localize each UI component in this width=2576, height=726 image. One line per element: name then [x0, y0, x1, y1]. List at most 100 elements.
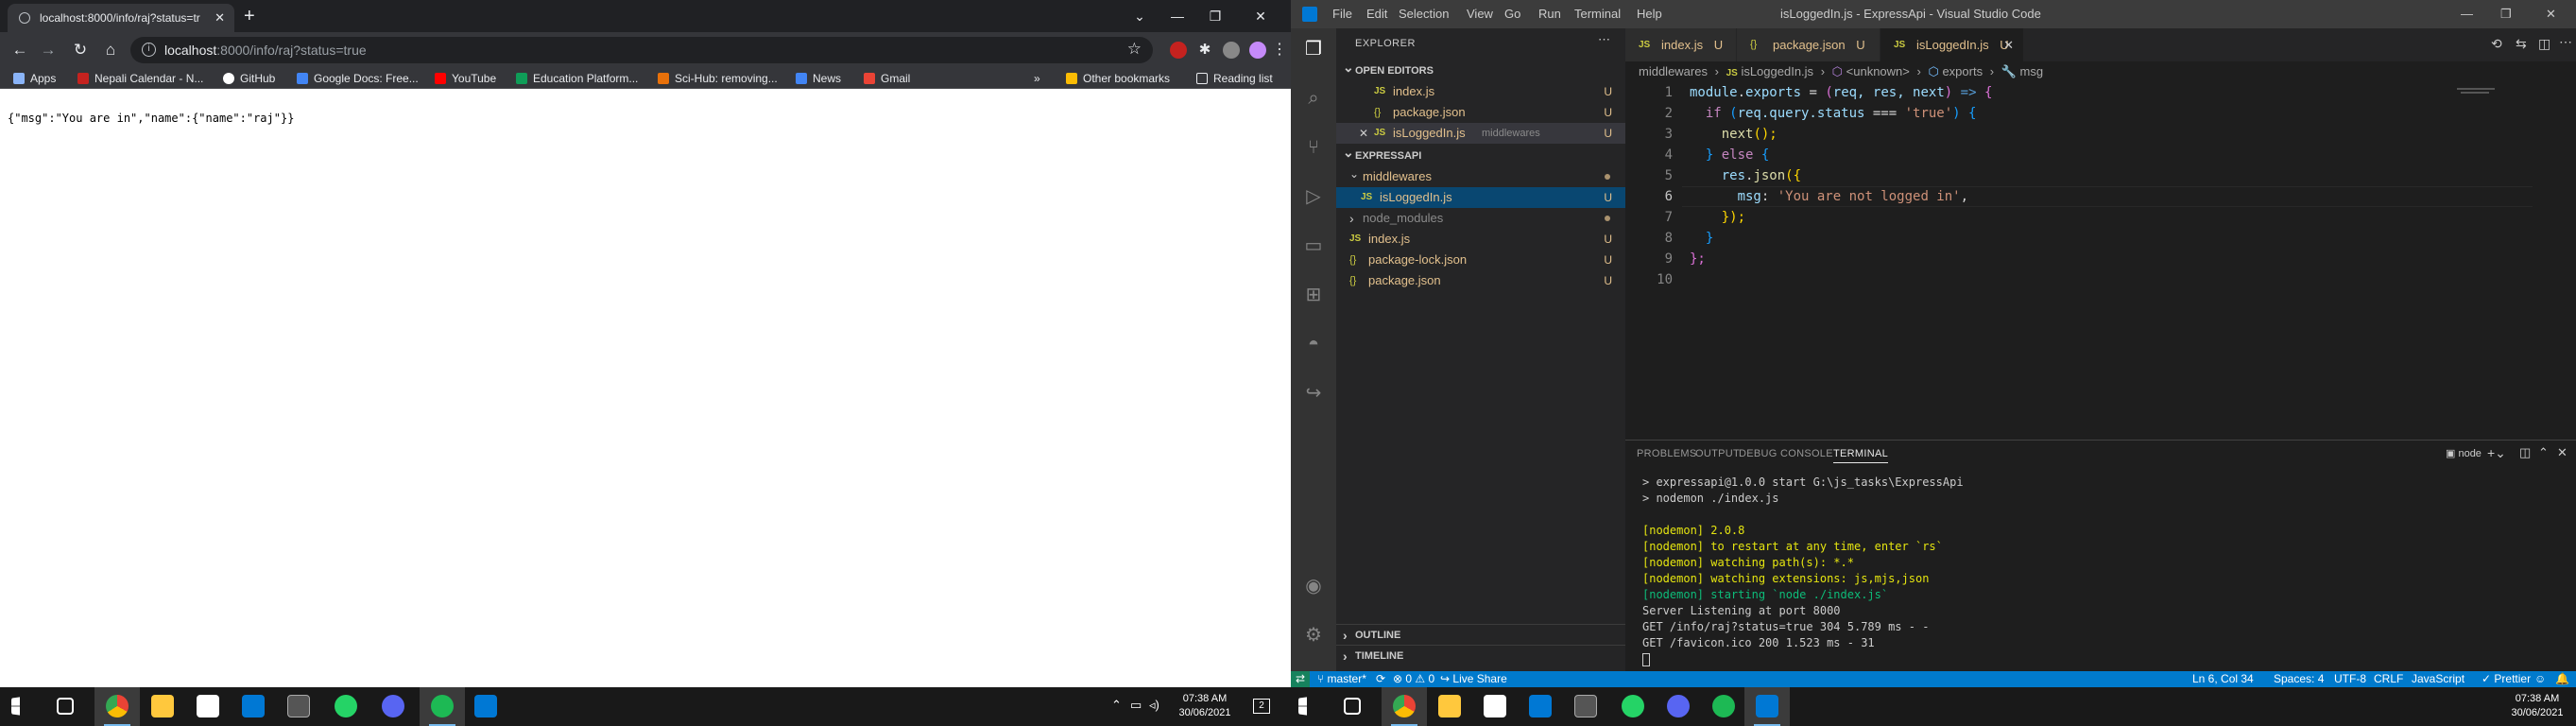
terminal-icon[interactable]: [287, 695, 310, 717]
terminal-icon[interactable]: [1574, 695, 1597, 717]
reload-icon[interactable]: ↻: [70, 40, 91, 60]
discord-icon[interactable]: [1667, 695, 1690, 717]
open-editors-header[interactable]: OPEN EDITORS: [1336, 57, 1625, 81]
minimize-button[interactable]: —: [2461, 0, 2473, 28]
whatsapp-icon[interactable]: [335, 695, 357, 717]
restore-button[interactable]: ❐: [2500, 0, 2512, 28]
search-icon[interactable]: ⌕: [1302, 87, 1325, 110]
vscode-icon[interactable]: [1756, 695, 1778, 717]
chrome-menu-icon[interactable]: ⋮: [1272, 42, 1289, 59]
line-ending[interactable]: CRLF: [2374, 671, 2403, 687]
terminal-cursor[interactable]: [1642, 653, 1650, 666]
volume-icon[interactable]: ◃): [1149, 698, 1159, 713]
windows-start-icon[interactable]: [11, 697, 20, 716]
breadcrumb-msg[interactable]: msg: [2020, 64, 2044, 78]
breadcrumb-file[interactable]: isLoggedIn.js: [1741, 64, 1813, 78]
breadcrumb-folder[interactable]: middlewares: [1639, 64, 1708, 78]
timeline-history-icon[interactable]: ⟲: [2491, 36, 2502, 52]
file-explorer-icon[interactable]: [1438, 695, 1461, 717]
split-terminal-icon[interactable]: ◫: [2519, 445, 2531, 460]
source-control-icon[interactable]: ⑂: [1302, 136, 1325, 159]
tree-file-index[interactable]: JS index.js U: [1336, 229, 1625, 250]
reading-list[interactable]: Reading list: [1196, 68, 1273, 89]
mail-icon[interactable]: [242, 695, 265, 717]
bookmark-education-platform[interactable]: Education Platform...: [516, 68, 638, 89]
tab-package-json[interactable]: {} package.json U: [1737, 28, 1880, 61]
file-explorer-icon[interactable]: [151, 695, 174, 717]
bookmark-sci-hub[interactable]: Sci-Hub: removing...: [658, 68, 778, 89]
vscode-icon[interactable]: [474, 695, 497, 717]
menu-selection[interactable]: Selection: [1399, 0, 1449, 28]
menu-edit[interactable]: Edit: [1366, 0, 1387, 28]
discord-icon[interactable]: [382, 695, 404, 717]
task-view-icon[interactable]: [1344, 698, 1361, 715]
taskbar-clock[interactable]: 07:38 AM 30/06/2021: [1172, 692, 1238, 720]
tab-debug-console[interactable]: DEBUG CONSOLE: [1739, 448, 1833, 459]
home-icon[interactable]: ⌂: [100, 40, 121, 60]
remote-indicator-icon[interactable]: ⇄: [1291, 671, 1310, 687]
bookmark-apps[interactable]: Apps: [13, 68, 56, 89]
menu-go[interactable]: Go: [1504, 0, 1520, 28]
git-compare-icon[interactable]: ⇆: [2516, 36, 2527, 52]
tab-output[interactable]: OUTPUT: [1695, 448, 1740, 459]
profile-avatar[interactable]: [1223, 42, 1240, 59]
close-editor-icon[interactable]: ✕: [1359, 123, 1368, 144]
other-bookmarks[interactable]: Other bookmarks: [1066, 68, 1170, 89]
close-window-button[interactable]: ✕: [1242, 0, 1279, 32]
bookmark-nepali-calendar[interactable]: Nepali Calendar - N...: [77, 68, 203, 89]
terminal-shell-select[interactable]: ▣ node: [2446, 447, 2482, 459]
docker-icon[interactable]: ◓: [1302, 333, 1325, 355]
extensions-puzzle-icon[interactable]: ✱: [1196, 42, 1213, 59]
notifications-bell-icon[interactable]: 🔔: [2555, 671, 2569, 687]
account-icon[interactable]: ◉: [1302, 575, 1325, 597]
bookmark-news[interactable]: News: [796, 68, 841, 89]
notification-icon[interactable]: 2: [1253, 699, 1270, 714]
bookmark-star-icon[interactable]: ☆: [1127, 40, 1142, 59]
restore-button[interactable]: ❐: [1196, 0, 1234, 32]
menu-terminal[interactable]: Terminal: [1574, 0, 1621, 28]
close-panel-icon[interactable]: ✕: [2557, 445, 2567, 460]
remote-explorer-icon[interactable]: ▭: [1302, 234, 1325, 257]
store-icon[interactable]: [1484, 695, 1506, 717]
prettier-status[interactable]: ✓ Prettier: [2482, 671, 2531, 687]
tray-chevron-icon[interactable]: ⌃: [1111, 698, 1122, 713]
browser-tab[interactable]: localhost:8000/info/raj?status=tr ✕: [8, 4, 234, 32]
breadcrumb-exports[interactable]: exports: [1942, 64, 1983, 78]
tree-folder-node-modules[interactable]: › node_modules: [1336, 208, 1625, 229]
spotify-icon[interactable]: [431, 695, 454, 717]
ublock-extension-icon[interactable]: [1170, 42, 1187, 59]
live-share-icon[interactable]: ↪: [1302, 382, 1325, 405]
chrome-icon[interactable]: [1393, 695, 1416, 717]
split-editor-icon[interactable]: ◫: [2538, 36, 2550, 52]
forward-icon[interactable]: →: [38, 40, 59, 60]
project-header[interactable]: EXPRESSAPI: [1336, 142, 1625, 166]
whatsapp-icon[interactable]: [1622, 695, 1644, 717]
problems-count[interactable]: ⊗ 0 ⚠ 0: [1393, 671, 1434, 687]
tab-close-icon[interactable]: ✕: [215, 4, 225, 32]
site-info-icon[interactable]: i: [142, 43, 156, 57]
live-share-button[interactable]: ↪ Live Share: [1440, 671, 1507, 687]
minimize-button[interactable]: —: [1159, 0, 1196, 32]
bookmark-gmail[interactable]: Gmail: [864, 68, 910, 89]
bookmark-google-docs[interactable]: Google Docs: Free...: [297, 68, 419, 89]
tab-isloggedin-js[interactable]: JS isLoggedIn.js U ✕: [1880, 28, 2024, 61]
explorer-icon[interactable]: ❐: [1302, 38, 1325, 60]
minimap[interactable]: [2453, 82, 2561, 111]
feedback-icon[interactable]: ☺: [2534, 671, 2546, 687]
tree-file-isloggedin[interactable]: JS isLoggedIn.js U: [1336, 187, 1625, 208]
tab-index-js[interactable]: JS index.js U: [1625, 28, 1737, 61]
settings-gear-icon[interactable]: ⚙: [1302, 624, 1325, 647]
cursor-position[interactable]: Ln 6, Col 34: [2192, 671, 2254, 687]
new-tab-button[interactable]: +: [244, 6, 255, 26]
tree-file-package[interactable]: {} package.json U: [1336, 270, 1625, 291]
profile-avatar-2[interactable]: [1249, 42, 1266, 59]
windows-start-icon[interactable]: [1298, 697, 1307, 716]
indentation[interactable]: Spaces: 4: [2274, 671, 2324, 687]
more-actions-icon[interactable]: ⋯: [2559, 34, 2572, 50]
timeline-header[interactable]: TIMELINE: [1336, 645, 1625, 666]
address-bar[interactable]: i localhost:8000/info/raj?status=true ☆: [130, 37, 1153, 63]
more-actions-icon[interactable]: ⋯: [1598, 32, 1610, 47]
bookmark-github[interactable]: GitHub: [223, 68, 275, 89]
spotify-icon[interactable]: [1712, 695, 1735, 717]
menu-help[interactable]: Help: [1637, 0, 1662, 28]
